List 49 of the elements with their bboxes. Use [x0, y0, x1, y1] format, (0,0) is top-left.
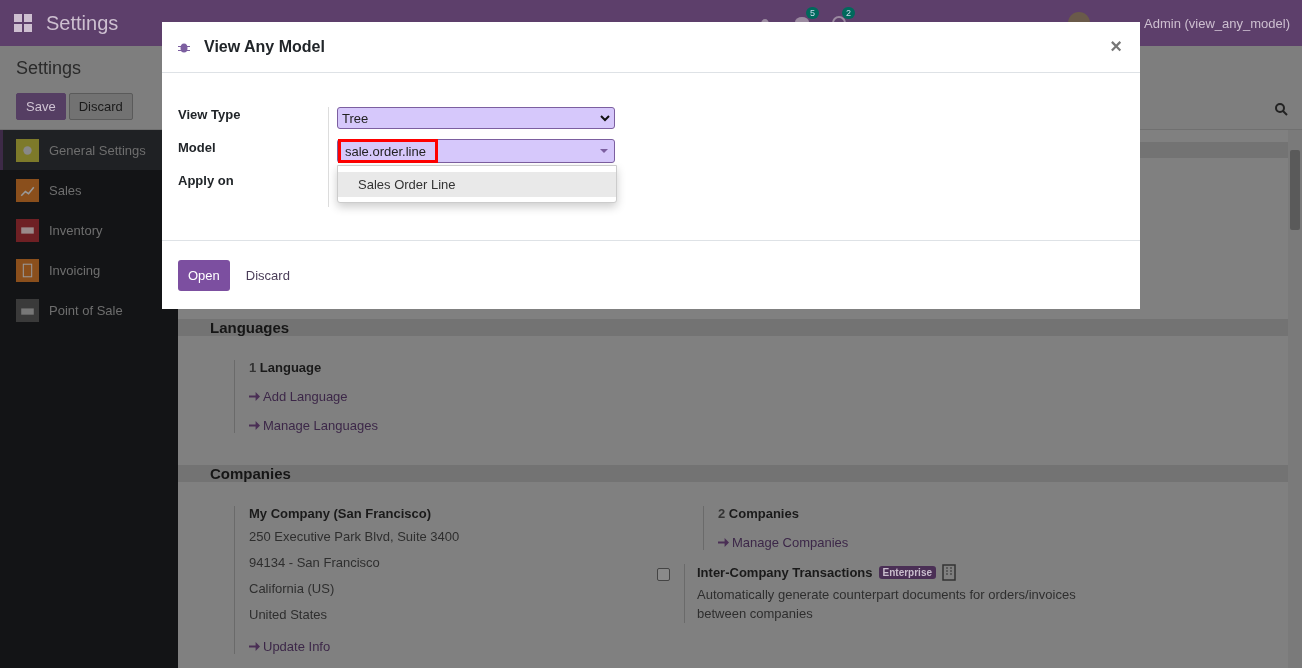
sidebar-item[interactable]: Inventory [0, 210, 178, 250]
setting-description: Automatically generate counterpart documents for orders/invoices between companies [697, 586, 1077, 623]
address-line: California (US) [249, 580, 336, 598]
bug-icon [178, 41, 190, 53]
close-button[interactable]: × [1104, 34, 1128, 59]
sidebar-item[interactable]: Invoicing [0, 250, 178, 290]
caret-icon [600, 149, 608, 153]
address-line: 94134 - San Francisco [249, 554, 381, 572]
section-heading: 2 Companies [718, 506, 800, 521]
model-field[interactable]: sale.order.line [337, 139, 615, 163]
user-menu[interactable]: Admin (view_any_model) [1144, 15, 1290, 31]
field-label: Model [178, 140, 217, 157]
search-icon[interactable] [1275, 103, 1288, 116]
address-line: 250 Executive Park Blvd, Suite 3400 [249, 528, 461, 546]
arrow-icon [718, 537, 729, 548]
count-badge: 2 [842, 7, 856, 19]
setting-label: Inter-Company Transactions [697, 565, 873, 580]
link[interactable]: Manage Languages [249, 418, 689, 433]
section-header: Companies [178, 465, 1288, 482]
link[interactable]: Update Info [249, 639, 689, 654]
discard-button[interactable]: Discard [68, 93, 133, 120]
sidebar-item[interactable]: Point of Sale [0, 290, 178, 330]
section-header: Languages [178, 319, 1288, 336]
address-line: United States [249, 606, 329, 624]
chevron-icon [600, 114, 610, 122]
app-title: Settings [46, 11, 119, 35]
sidebar-item[interactable]: Sales [0, 170, 178, 210]
view-type-select[interactable]: Tree [337, 107, 615, 129]
open-button[interactable]: Open [178, 259, 230, 291]
dropdown-option[interactable]: Sales Order Line [338, 172, 616, 197]
scrollbar[interactable] [1288, 130, 1302, 668]
link[interactable]: Manage Companies [718, 535, 1158, 550]
arrow-icon [249, 641, 260, 652]
enterprise-badge: Enterprise [878, 566, 936, 579]
link[interactable]: Add Language [249, 389, 689, 404]
section-heading: My Company (San Francisco) [249, 506, 433, 521]
checkbox[interactable] [657, 568, 670, 581]
apps-menu-icon[interactable] [14, 14, 32, 32]
arrow-icon [249, 391, 260, 402]
field-label: Apply on [178, 173, 235, 190]
page-title: Settings [16, 58, 83, 79]
dialog-title: View Any Model [204, 38, 325, 56]
save-button[interactable]: Save [16, 93, 66, 120]
section-heading: 1 Language [249, 360, 323, 375]
count-badge: 5 [806, 7, 820, 19]
discard-button[interactable]: Discard [237, 259, 298, 291]
building-icon [942, 564, 956, 581]
arrow-icon [249, 420, 260, 431]
field-label: View Type [178, 107, 242, 124]
